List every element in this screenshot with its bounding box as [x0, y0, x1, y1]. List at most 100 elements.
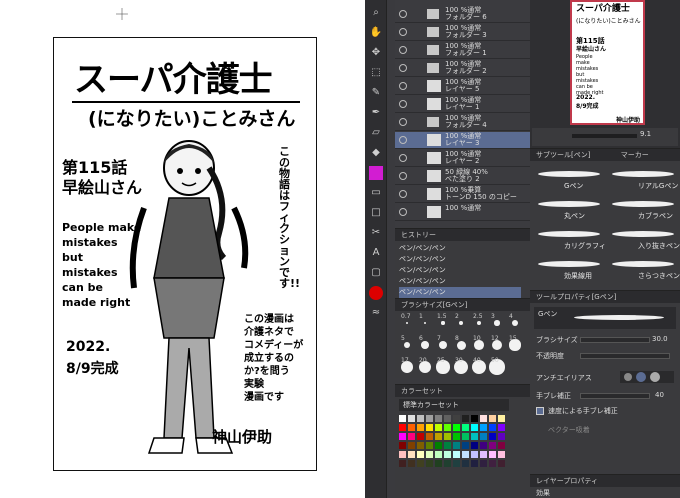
brush-size-slider[interactable]	[580, 337, 650, 343]
color-swatch[interactable]	[399, 451, 406, 458]
color-swatch[interactable]	[471, 424, 478, 431]
manga-page[interactable]: スーパ介護士 (になりたい)ことみさん 第115話 早絵山さん People m…	[53, 37, 317, 471]
color-swatch[interactable]	[498, 460, 505, 467]
brush-size-dot[interactable]	[423, 321, 427, 325]
color-swatch[interactable]	[498, 433, 505, 440]
eyedropper-icon[interactable]: ✎	[369, 86, 383, 100]
color-swatch[interactable]	[426, 433, 433, 440]
color-swatch[interactable]	[426, 424, 433, 431]
layer-row[interactable]: 100 %通常 フォルダー 6	[395, 6, 530, 23]
color-swatch[interactable]	[417, 433, 424, 440]
main-color-icon[interactable]	[369, 286, 383, 300]
color-swatch[interactable]	[462, 433, 469, 440]
layer-row[interactable]: 100 %通常 レイヤー 3	[395, 132, 530, 149]
color-swatch[interactable]	[408, 442, 415, 449]
color-swatch[interactable]	[408, 433, 415, 440]
zoom-icon[interactable]: ⌕	[369, 6, 383, 20]
color-swatch[interactable]	[417, 442, 424, 449]
color-swatch[interactable]	[471, 442, 478, 449]
color-swatch[interactable]	[480, 460, 487, 467]
brush-size-dot[interactable]	[406, 322, 408, 324]
brush-size-dot[interactable]	[438, 340, 448, 350]
subtool-tab-marker[interactable]: マーカー	[621, 151, 649, 159]
layer-row[interactable]: 100 %通常 レイヤー 1	[395, 96, 530, 113]
visibility-eye-icon[interactable]	[399, 154, 407, 162]
color-swatch[interactable]	[435, 460, 442, 467]
layer-row[interactable]: 100 %通常 レイヤー 2	[395, 150, 530, 167]
subtool-item[interactable]: Gペン	[564, 181, 583, 191]
color-swatch[interactable]	[426, 442, 433, 449]
color-swatch[interactable]	[417, 424, 424, 431]
color-swatch[interactable]	[435, 433, 442, 440]
color-swatch[interactable]	[435, 442, 442, 449]
color-swatch[interactable]	[462, 415, 469, 422]
color-swatch[interactable]	[471, 415, 478, 422]
color-swatch[interactable]	[489, 460, 496, 467]
visibility-eye-icon[interactable]	[399, 172, 407, 180]
visibility-eye-icon[interactable]	[399, 100, 407, 108]
color-swatch[interactable]	[453, 415, 460, 422]
color-swatch[interactable]	[399, 415, 406, 422]
color-swatch[interactable]	[489, 424, 496, 431]
opacity-slider[interactable]	[580, 353, 670, 359]
color-swatch[interactable]	[408, 460, 415, 467]
color-swatch[interactable]	[408, 415, 415, 422]
color-swatch[interactable]	[489, 451, 496, 458]
visibility-eye-icon[interactable]	[399, 64, 407, 72]
layer-row[interactable]: 50 緑線 40% べた塗り 2	[395, 168, 530, 185]
visibility-eye-icon[interactable]	[399, 10, 407, 18]
layer-row[interactable]: 100 %通常 フォルダー 2	[395, 60, 530, 77]
color-swatch[interactable]	[489, 433, 496, 440]
color-swatch[interactable]	[498, 442, 505, 449]
color-swatch[interactable]	[435, 424, 442, 431]
color-swatch[interactable]	[471, 433, 478, 440]
color-swatch[interactable]	[453, 451, 460, 458]
layer-row[interactable]: 100 %通常 フォルダー 4	[395, 114, 530, 131]
color-swatch[interactable]	[489, 415, 496, 422]
navigator-preview[interactable]: スーパ介護士 (になりたい)ことみさん 第115話 早絵山さん People m…	[570, 0, 645, 125]
color-swatch[interactable]	[444, 442, 451, 449]
hand-icon[interactable]: ✋	[369, 26, 383, 40]
color-swatch[interactable]	[462, 442, 469, 449]
color-swatch[interactable]	[399, 442, 406, 449]
stabilize-slider[interactable]	[580, 393, 650, 399]
visibility-eye-icon[interactable]	[399, 28, 407, 36]
history-row[interactable]: ペン/ペン/ペン	[399, 265, 521, 276]
subtool-item[interactable]: カリグラフィ	[564, 241, 606, 251]
color-swatch[interactable]	[417, 451, 424, 458]
visibility-eye-icon[interactable]	[399, 118, 407, 126]
color-swatch[interactable]	[471, 451, 478, 458]
history-row[interactable]: ペン/ペン/ペン	[399, 243, 521, 254]
subtool-item[interactable]: 丸ペン	[564, 211, 585, 221]
history-row[interactable]: ペン/ペン/ペン	[399, 254, 521, 265]
color-switch-icon[interactable]: ≈	[369, 306, 383, 320]
color-swatch[interactable]	[498, 451, 505, 458]
subtool-item[interactable]: リアルGペン	[638, 181, 678, 191]
move-icon[interactable]: ✥	[369, 46, 383, 60]
antialias-selector[interactable]	[620, 371, 674, 383]
color-swatch[interactable]	[489, 442, 496, 449]
subtool-item[interactable]: さらつきペン	[638, 271, 680, 281]
eraser-icon[interactable]: ▱	[369, 126, 383, 140]
color-swatch[interactable]	[480, 433, 487, 440]
color-swatch[interactable]	[480, 451, 487, 458]
color-swatch[interactable]	[453, 424, 460, 431]
color-swatch[interactable]	[417, 460, 424, 467]
color-swatch[interactable]	[444, 451, 451, 458]
color-swatch[interactable]	[471, 460, 478, 467]
brush-size-dot[interactable]	[458, 320, 464, 326]
color-swatch[interactable]	[417, 415, 424, 422]
color-set-select[interactable]: 標準カラーセット	[399, 399, 509, 411]
subtool-tab-pen[interactable]: サブツール[ペン]	[536, 151, 590, 159]
ruler-icon[interactable]: ✂	[369, 226, 383, 240]
color-swatch[interactable]	[426, 460, 433, 467]
fill-icon[interactable]: ◆	[369, 146, 383, 160]
color-swatch[interactable]	[498, 415, 505, 422]
color-swatch[interactable]	[444, 424, 451, 431]
color-swatch[interactable]	[462, 451, 469, 458]
brush-size-dot[interactable]	[421, 341, 429, 349]
select-icon[interactable]: ⬚	[369, 66, 383, 80]
frame-icon[interactable]: □	[369, 206, 383, 220]
figure-icon[interactable]: ▭	[369, 186, 383, 200]
color-swatch[interactable]	[480, 424, 487, 431]
